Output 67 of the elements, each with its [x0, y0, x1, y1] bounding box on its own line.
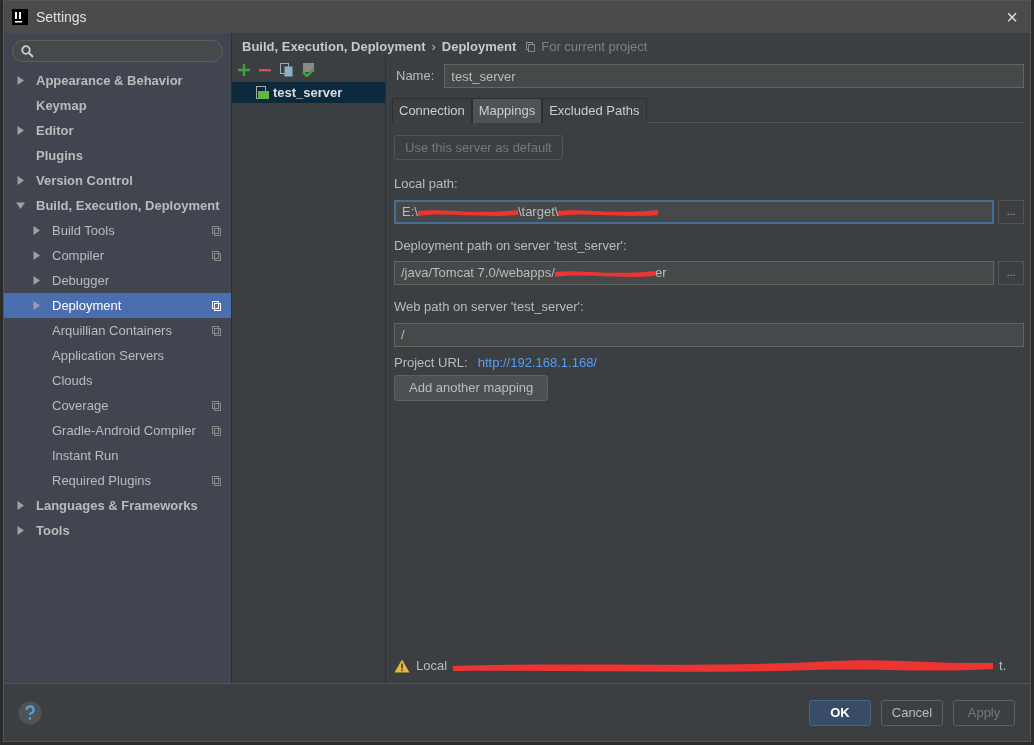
name-label: Name:	[396, 67, 435, 86]
collapsed-arrow-icon[interactable]	[31, 251, 41, 260]
local-path-label: Local path:	[394, 175, 459, 193]
breadcrumb-separator: ›	[431, 37, 436, 56]
server-item[interactable]: test_server	[232, 82, 385, 103]
web-path-label: Web path on server 'test_server':	[394, 298, 585, 316]
web-path-field[interactable]: /	[394, 322, 1024, 347]
local-path-field[interactable]: E:\ \target\	[394, 199, 994, 224]
project-url-label: Project URL:	[394, 353, 468, 372]
deployment-path-field[interactable]: /java/Tomcat 7.0/webapps/ er	[394, 261, 994, 285]
sidebar-item[interactable]: Coverage	[4, 393, 231, 418]
tab[interactable]: Mappings	[471, 98, 543, 123]
server-check-icon[interactable]	[302, 63, 315, 77]
sidebar-item[interactable]: Editor	[4, 118, 231, 143]
warning-text: t.	[999, 657, 1007, 676]
warning-icon	[394, 659, 410, 673]
sidebar-item[interactable]: Appearance & Behavior	[4, 68, 231, 93]
sidebar-item[interactable]: Arquillian Containers	[4, 318, 231, 343]
sidebar-item[interactable]: Application Servers	[4, 343, 231, 368]
warning-text: Local	[416, 657, 448, 676]
dialog-button[interactable]: Cancel	[881, 699, 943, 726]
close-button[interactable]: ×	[1002, 7, 1022, 27]
collapsed-arrow-icon[interactable]	[15, 501, 25, 510]
browse-button[interactable]: ...	[998, 261, 1024, 285]
copy-icon[interactable]	[280, 63, 293, 77]
sidebar-item[interactable]: Languages & Frameworks	[4, 493, 231, 518]
expanded-arrow-icon[interactable]	[15, 201, 25, 210]
sidebar-item[interactable]: Instant Run	[4, 443, 231, 468]
search-field[interactable]	[12, 40, 223, 62]
collapsed-arrow-icon[interactable]	[15, 526, 25, 535]
help-icon[interactable]	[18, 700, 42, 725]
scope-label: For current project	[541, 37, 648, 56]
sidebar-item[interactable]: Keymap	[4, 93, 231, 118]
tab[interactable]: Connection	[392, 98, 472, 123]
collapsed-arrow-icon[interactable]	[31, 301, 41, 310]
add-icon[interactable]	[238, 64, 250, 76]
sidebar-item[interactable]: Tools	[4, 518, 231, 543]
sidebar-item[interactable]: Debugger	[4, 268, 231, 293]
project-url-link[interactable]: http://192.168.1.168/	[477, 352, 597, 372]
dialog-button[interactable]: OK	[809, 699, 871, 726]
ftp-server-icon	[256, 85, 269, 100]
sidebar-item[interactable]: Build, Execution, Deployment	[4, 193, 231, 218]
collapsed-arrow-icon[interactable]	[31, 226, 41, 235]
search-icon	[21, 44, 34, 58]
window-title: Settings	[36, 7, 87, 27]
copy-icon	[526, 41, 536, 52]
breadcrumb-parent: Build, Execution, Deployment	[242, 37, 426, 56]
browse-button[interactable]: ...	[998, 199, 1024, 224]
sidebar-item[interactable]: Plugins	[4, 143, 231, 168]
tab[interactable]: Excluded Paths	[542, 98, 647, 123]
sidebar-item[interactable]: Required Plugins	[4, 468, 231, 493]
breadcrumb-current: Deployment	[441, 37, 517, 56]
sidebar-item[interactable]: Version Control	[4, 168, 231, 193]
sidebar-item[interactable]: Clouds	[4, 368, 231, 393]
app-logo-icon	[12, 9, 28, 25]
add-mapping-button[interactable]: Add another mapping	[394, 375, 549, 401]
sidebar-item[interactable]: Gradle-Android Compiler	[4, 418, 231, 443]
collapsed-arrow-icon[interactable]	[15, 76, 25, 85]
deployment-path-label: Deployment path on server 'test_server':	[394, 236, 628, 255]
sidebar-item[interactable]: Compiler	[4, 243, 231, 268]
sidebar-item[interactable]: Deployment	[4, 293, 231, 318]
sidebar-item[interactable]: Build Tools	[4, 218, 231, 243]
collapsed-arrow-icon[interactable]	[15, 126, 25, 135]
collapsed-arrow-icon[interactable]	[15, 176, 25, 185]
name-field[interactable]: test_server	[444, 64, 1024, 88]
collapsed-arrow-icon[interactable]	[31, 276, 41, 285]
remove-icon[interactable]	[259, 68, 271, 72]
